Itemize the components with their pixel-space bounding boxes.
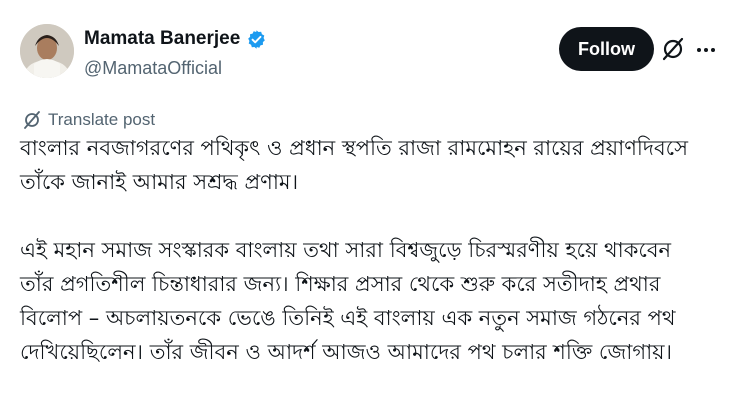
- profile-photo: [20, 24, 74, 78]
- post-line: তাঁর প্রগতিশীল চিন্তাধারার জন্য। শিক্ষার…: [20, 272, 661, 296]
- post-text: বাংলার নবজাগরণের পথিকৃৎ ও প্রধান স্থপতি …: [20, 131, 720, 369]
- avatar[interactable]: [20, 24, 74, 78]
- post-line: বিলোপ – অচলায়তনকে ভেঙে তিনিই এই বাংলায়…: [20, 306, 676, 330]
- post-line: এই মহান সমাজ সংস্কারক বাংলায় তথা সারা ব…: [20, 238, 672, 262]
- post-paragraph-1: বাংলার নবজাগরণের পথিকৃৎ ও প্রধান স্থপতি …: [20, 131, 720, 199]
- author-name-row: Mamata Banerjee: [84, 28, 267, 50]
- follow-button[interactable]: Follow: [559, 27, 654, 71]
- display-name[interactable]: Mamata Banerjee: [84, 28, 240, 50]
- post-line: তাঁকে জানাই আমার সশ্রদ্ধ প্রণাম।: [20, 170, 299, 194]
- grok-slash-icon[interactable]: [660, 36, 686, 62]
- author-handle[interactable]: @MamataOfficial: [84, 58, 222, 79]
- verified-badge-icon: [246, 29, 267, 50]
- more-horizontal-icon[interactable]: [694, 38, 718, 62]
- grok-slash-icon: [22, 110, 42, 130]
- post-paragraph-2: এই মহান সমাজ সংস্কারক বাংলায় তথা সারা ব…: [20, 233, 720, 369]
- translate-post-link[interactable]: Translate post: [22, 110, 155, 130]
- post-header: Mamata Banerjee @MamataOfficial Follow: [0, 0, 730, 100]
- translate-label: Translate post: [48, 110, 156, 129]
- post-line: দেখিয়েছিলেন। তাঁর জীবন ও আদর্শ আজও আমাদ…: [20, 340, 673, 364]
- post-line: বাংলার নবজাগরণের পথিকৃৎ ও প্রধান স্থপতি …: [20, 136, 688, 160]
